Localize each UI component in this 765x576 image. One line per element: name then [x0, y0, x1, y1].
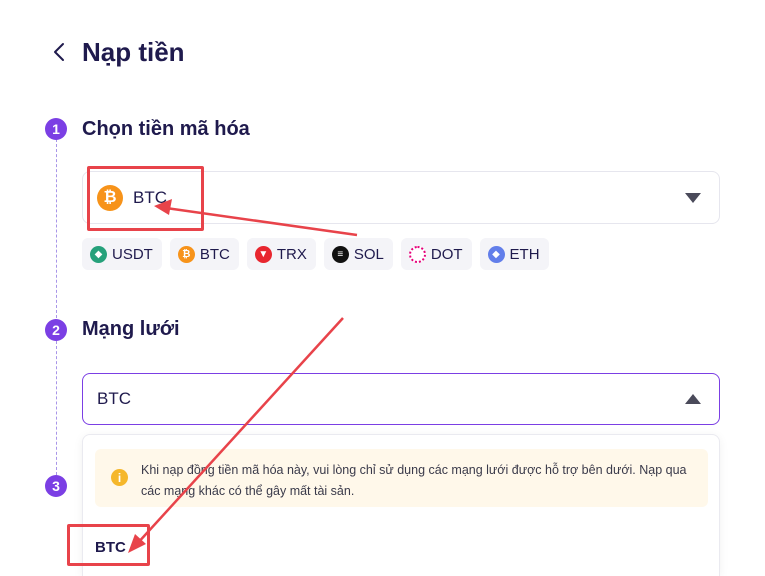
step-number-2: 2: [45, 319, 67, 341]
step-title-2: Mạng lưới: [82, 318, 180, 340]
solana-icon: ≡: [331, 245, 349, 263]
chip-label: SOL: [353, 245, 384, 263]
polkadot-icon: [408, 245, 426, 263]
coin-chip-dot[interactable]: DOT: [400, 238, 472, 270]
step-connector-1: [56, 139, 57, 318]
coin-chip-btc[interactable]: ₿ BTC: [169, 238, 239, 270]
chevron-up-icon: [685, 394, 701, 404]
chip-label: ETH: [509, 245, 540, 263]
page-title: Nạp tiền: [82, 37, 185, 67]
tron-icon: ▼: [254, 245, 272, 263]
highlight-box-network: [67, 524, 150, 566]
network-select-value: BTC: [97, 389, 131, 408]
tether-icon: ◆: [90, 245, 107, 263]
coin-chip-usdt[interactable]: ◆ USDT: [82, 238, 162, 270]
chevron-left-icon: [54, 43, 64, 61]
network-warning: i Khi nạp đồng tiền mã hóa này, vui lòng…: [95, 449, 708, 507]
chip-label: DOT: [430, 245, 463, 263]
network-dropdown: i Khi nạp đồng tiền mã hóa này, vui lòng…: [82, 434, 720, 576]
chip-label: USDT: [112, 245, 153, 263]
info-icon: i: [111, 469, 128, 486]
chip-label: TRX: [276, 245, 307, 263]
page-header: Nạp tiền: [48, 34, 185, 70]
chevron-down-icon: [685, 192, 701, 203]
coin-chip-list: ◆ USDT ₿ BTC ▼ TRX ≡ SOL DOT ◆ ETH: [82, 238, 549, 270]
step-number-1: 1: [45, 118, 67, 140]
bitcoin-icon: ₿: [177, 245, 195, 263]
coin-chip-eth[interactable]: ◆ ETH: [479, 238, 549, 270]
back-button[interactable]: [48, 41, 70, 63]
step-title-1: Chọn tiền mã hóa: [82, 118, 250, 140]
highlight-box-coin: [87, 166, 204, 231]
step-number-3: 3: [45, 475, 67, 497]
coin-chip-sol[interactable]: ≡ SOL: [323, 238, 393, 270]
step-connector-2: [56, 341, 57, 475]
coin-chip-trx[interactable]: ▼ TRX: [246, 238, 316, 270]
warning-text: Khi nạp đồng tiền mã hóa này, vui lòng c…: [141, 463, 687, 498]
ethereum-icon: ◆: [487, 245, 505, 263]
network-select[interactable]: BTC: [82, 373, 720, 425]
chip-label: BTC: [199, 245, 230, 263]
